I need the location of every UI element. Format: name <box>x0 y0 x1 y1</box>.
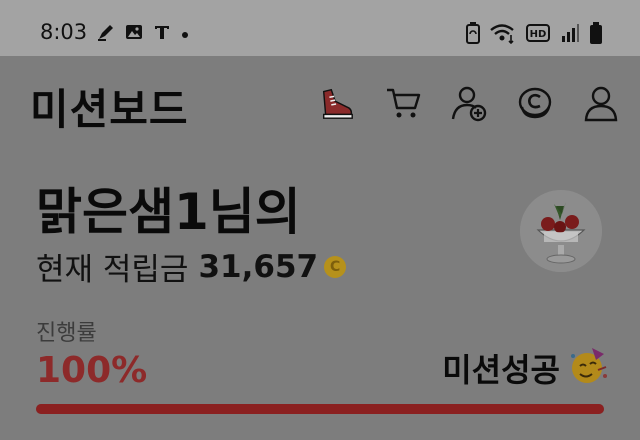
sneaker-icon[interactable] <box>318 84 356 122</box>
progress-label: 진행률 <box>36 321 97 346</box>
profile-icon[interactable] <box>582 84 620 122</box>
progress-bar <box>36 404 604 414</box>
status-right-icons: HD <box>466 22 602 48</box>
hd-icon: HD <box>526 24 550 46</box>
progress-bar-fill <box>36 404 604 414</box>
add-user-icon[interactable] <box>450 84 488 122</box>
mission-status: 미션성공 <box>442 345 610 391</box>
status-left-icons <box>96 22 190 46</box>
status-time: 8:03 <box>40 20 88 44</box>
signal-icon <box>560 23 580 47</box>
points-label: 현재 적립금 <box>36 252 189 288</box>
points-value: 31,657 <box>198 248 319 285</box>
cart-icon[interactable] <box>384 84 422 122</box>
battery-icon <box>590 22 602 48</box>
avatar[interactable] <box>520 190 602 272</box>
svg-text:HD: HD <box>530 29 547 40</box>
header-actions <box>318 84 620 122</box>
pen-icon <box>96 22 116 46</box>
wifi-icon <box>490 22 516 48</box>
coin-icon[interactable] <box>516 84 554 122</box>
mission-status-text: 미션성공 <box>442 351 560 389</box>
party-face-icon <box>568 346 610 390</box>
image-icon <box>124 22 144 46</box>
points-summary: 현재 적립금 31,657 C <box>36 244 347 289</box>
user-greeting: 맑은샘1님의 <box>36 183 301 241</box>
battery-saver-icon <box>466 22 480 48</box>
text-icon <box>152 22 172 46</box>
status-bar: 8:03 HD <box>0 0 640 56</box>
progress-percent: 100% <box>36 350 148 391</box>
dessert-image <box>520 190 602 272</box>
page-title: 미션보드 <box>30 85 189 134</box>
dot-icon <box>180 25 190 44</box>
coin-badge-icon: C <box>324 255 347 278</box>
